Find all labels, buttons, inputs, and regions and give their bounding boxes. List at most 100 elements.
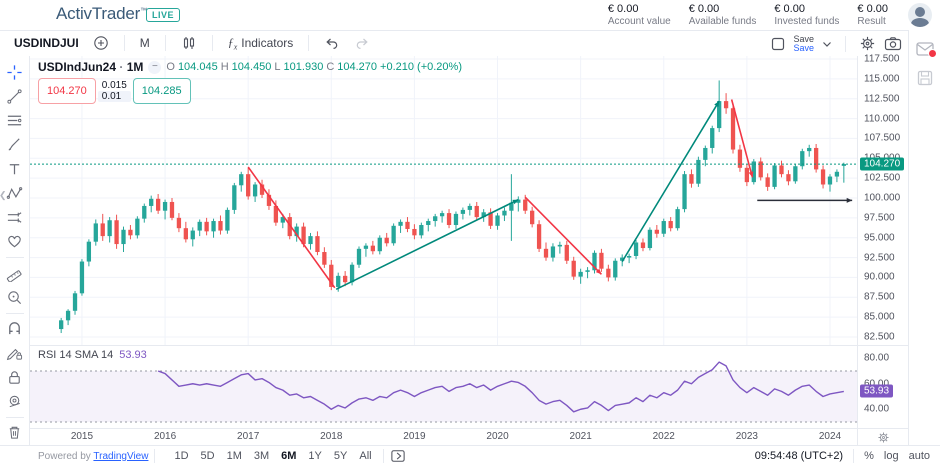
price-axis-label: 100.000 — [864, 193, 900, 204]
time-axis[interactable]: 2015201620172018201920202021202220232024 — [30, 428, 857, 446]
account-stat: € 0.00Account value — [608, 3, 671, 27]
magnifier-icon — [6, 289, 23, 306]
price-axis-label: 90.000 — [864, 272, 895, 283]
account-stat: € 0.00Available funds — [689, 3, 757, 27]
settings-gear-icon[interactable] — [859, 35, 876, 52]
user-avatar[interactable] — [908, 3, 932, 27]
compare-add-button[interactable] — [89, 33, 113, 53]
pencil-lock-icon — [6, 344, 23, 361]
rsi-value-tag: 53.93 — [860, 385, 893, 398]
price-axis-label: 92.500 — [864, 252, 895, 263]
indicators-button[interactable]: ƒx Indicators — [224, 33, 298, 53]
chart-toolbar: USDINDJUI M ƒx Indicators — [0, 30, 908, 57]
rsi-chart[interactable] — [30, 346, 857, 428]
live-badge: LIVE — [146, 8, 180, 22]
price-axis[interactable]: 117.500115.000112.500110.000107.500105.0… — [857, 56, 909, 345]
trendline-tool-button[interactable] — [3, 84, 27, 108]
powered-by: Powered by TradingView — [38, 451, 148, 462]
trash-icon — [6, 424, 23, 441]
percent-scale-button[interactable]: % — [864, 450, 874, 462]
trade-widget: 104.270 0.015 0.01 104.285 — [38, 78, 191, 104]
tradingview-link[interactable]: TradingView — [93, 451, 148, 462]
heart-icon — [6, 233, 23, 250]
rsi-pane[interactable]: RSI 14 SMA 1453.93 — [30, 345, 857, 429]
log-scale-button[interactable]: log — [884, 450, 899, 462]
redo-button[interactable] — [350, 34, 374, 52]
price-axis-label: 117.500 — [864, 54, 899, 65]
crosshair-tool-button[interactable] — [3, 60, 27, 84]
position-tool-button[interactable] — [3, 206, 27, 230]
spread-indicator: 0.015 0.01 — [98, 78, 131, 104]
avatar-head-icon — [915, 7, 925, 17]
range-button-5d[interactable]: 5D — [196, 449, 220, 463]
range-button-3m[interactable]: 3M — [249, 449, 274, 463]
buy-button[interactable]: 104.285 — [133, 78, 191, 104]
price-axis-label: 97.500 — [864, 212, 895, 223]
rsi-legend: RSI 14 SMA 1453.93 — [38, 349, 147, 361]
hide-drawings-button[interactable] — [3, 389, 27, 413]
clock[interactable]: 09:54:48 (UTC+2) — [755, 450, 843, 462]
floppy-save-icon — [917, 70, 933, 86]
account-stats: € 0.00Account value € 0.00Available funds… — [608, 3, 888, 27]
chart-style-button[interactable] — [177, 33, 201, 53]
visibility-icon — [6, 393, 23, 410]
price-axis-label: 95.000 — [864, 232, 895, 243]
rsi-axis[interactable]: 80.0060.0040.0053.93 — [857, 345, 909, 429]
camera-snapshot-icon[interactable] — [884, 36, 902, 51]
axis-gear-icon[interactable] — [877, 431, 890, 444]
auto-scale-button[interactable]: auto — [909, 450, 930, 462]
remove-drawings-button[interactable] — [3, 421, 27, 445]
range-button-1y[interactable]: 1Y — [303, 449, 326, 463]
bottom-bar: Powered by TradingView 1D5D1M3M6M1Y5YAll… — [0, 445, 940, 465]
range-button-1d[interactable]: 1D — [169, 449, 193, 463]
lock-drawings-button[interactable] — [3, 365, 27, 389]
time-axis-label: 2024 — [819, 431, 841, 442]
trendline-icon — [6, 88, 23, 105]
chevron-down-icon[interactable] — [822, 40, 832, 48]
brush-icon — [6, 136, 23, 153]
undo-button[interactable] — [320, 34, 344, 52]
layout-square-icon[interactable] — [771, 37, 785, 51]
range-selector: 1D5D1M3M6M1Y5YAll — [169, 449, 376, 463]
drawing-mode-lock-button[interactable] — [3, 341, 27, 365]
chart-legend: USDIndJun24 · 1M − O104.045 H104.450 L10… — [38, 60, 462, 74]
collapse-legend-button[interactable]: − — [148, 61, 161, 74]
legend-symbol[interactable]: USDIndJun24 · 1M — [38, 60, 143, 74]
text-icon — [6, 161, 23, 178]
range-button-1m[interactable]: 1M — [222, 449, 247, 463]
redo-icon — [354, 36, 370, 50]
trading-platform: ActivTrader™ LIVE € 0.00Account value€ 0… — [0, 0, 940, 465]
brush-tool-button[interactable] — [3, 133, 27, 157]
symbol-button[interactable]: USDINDJUI — [10, 34, 83, 52]
messages-button[interactable] — [916, 42, 934, 56]
go-to-date-icon[interactable] — [390, 449, 406, 463]
magnet-icon — [6, 320, 23, 337]
sell-button[interactable]: 104.270 — [38, 78, 96, 104]
axis-settings-corner — [857, 428, 909, 446]
interval-button[interactable]: M — [136, 34, 154, 52]
range-button-6m[interactable]: 6M — [276, 449, 301, 463]
time-axis-label: 2021 — [570, 431, 592, 442]
favorites-tool-button[interactable] — [3, 230, 27, 254]
fib-lines-tool-button[interactable] — [3, 109, 27, 133]
main-chart-pane[interactable]: USDIndJun24 · 1M − O104.045 H104.450 L10… — [30, 56, 857, 345]
range-button-5y[interactable]: 5Y — [329, 449, 352, 463]
horizontal-lines-icon — [6, 112, 23, 129]
measure-tool-button[interactable] — [3, 261, 27, 285]
price-axis-label: 87.500 — [864, 292, 895, 303]
avatar-body-icon — [911, 18, 929, 27]
text-tool-button[interactable] — [3, 157, 27, 181]
save-button[interactable]: Save Save — [793, 35, 814, 53]
magnet-mode-button[interactable] — [3, 317, 27, 341]
price-axis-label: 82.500 — [864, 332, 895, 343]
plus-circle-icon — [93, 35, 109, 51]
range-button-all[interactable]: All — [354, 449, 376, 463]
saved-layouts-button[interactable] — [917, 70, 933, 86]
time-axis-label: 2017 — [237, 431, 259, 442]
zoom-tool-button[interactable] — [3, 285, 27, 309]
time-axis-label: 2020 — [486, 431, 508, 442]
time-axis-label: 2023 — [736, 431, 758, 442]
panel-collapse-chevron[interactable]: ❮ — [0, 190, 7, 201]
legend-ohlc: O104.045 H104.450 L101.930 C104.270 +0.2… — [166, 61, 462, 73]
right-icon-strip — [908, 30, 940, 445]
